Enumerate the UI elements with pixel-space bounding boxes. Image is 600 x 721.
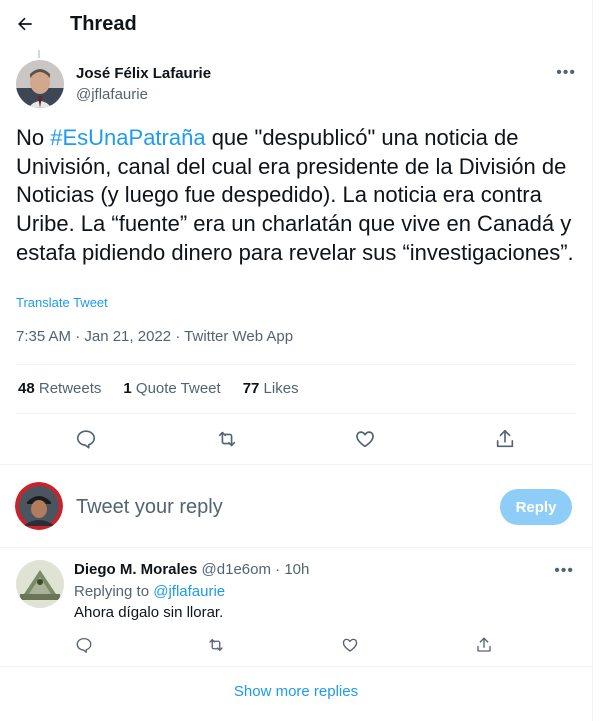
tweet-actions <box>16 414 576 464</box>
share-icon[interactable] <box>494 428 516 450</box>
reply-author-name[interactable]: Diego M. Morales <box>74 561 197 578</box>
reply-composer: Tweet your reply Reply <box>0 465 592 547</box>
tweet-stats: 48 Retweets 1 Quote Tweet 77 Likes <box>18 380 299 397</box>
reply-tweet[interactable]: Diego M. Morales @d1e6om · 10h ••• Reply… <box>0 548 592 666</box>
thread-header: Thread <box>0 0 592 48</box>
tweet-author: José Félix Lafaurie @jflafaurie ••• <box>16 60 576 112</box>
hashtag-link[interactable]: #EsUnaPatraña <box>50 125 205 150</box>
retweet-icon[interactable] <box>207 636 225 654</box>
like-icon[interactable] <box>354 428 376 450</box>
more-options-icon[interactable]: ••• <box>556 64 576 82</box>
tweet-text-part: No <box>16 125 51 150</box>
reply-text: Ahora dígalo sin llorar. <box>74 604 224 621</box>
replying-to: Replying to @jflafaurie <box>74 583 226 600</box>
thread-column: Thread José Félix Lafaurie @jflafaurie •… <box>0 0 593 721</box>
tweet-text: No #EsUnaPatraña que "despublicó" una no… <box>16 124 576 268</box>
page-title: Thread <box>70 12 137 35</box>
reply-author-handle[interactable]: @d1e6om <box>202 561 271 578</box>
arrow-left-icon <box>18 17 32 31</box>
author-name[interactable]: José Félix Lafaurie <box>76 65 211 82</box>
likes-stat[interactable]: 77 Likes <box>243 380 299 397</box>
divider <box>16 364 576 365</box>
author-handle[interactable]: @jflafaurie <box>76 86 148 103</box>
reply-author-avatar[interactable] <box>16 560 64 608</box>
divider <box>0 666 592 667</box>
reply-input[interactable]: Tweet your reply <box>76 496 223 519</box>
replying-to-handle[interactable]: @jflafaurie <box>153 583 225 600</box>
reply-time[interactable]: 10h <box>284 561 309 578</box>
tweet-timestamp[interactable]: 7:35 AM · Jan 21, 2022 · Twitter Web App <box>16 328 293 345</box>
reply-icon[interactable] <box>75 428 97 450</box>
quote-tweets-stat[interactable]: 1 Quote Tweet <box>123 380 220 397</box>
like-icon[interactable] <box>341 636 359 654</box>
reply-button[interactable]: Reply <box>500 489 572 525</box>
separator-dot: · <box>275 561 281 578</box>
reply-icon[interactable] <box>75 636 93 654</box>
more-options-icon[interactable]: ••• <box>554 562 574 580</box>
user-avatar[interactable] <box>15 482 63 530</box>
back-button[interactable] <box>14 13 36 35</box>
share-icon[interactable] <box>475 636 493 654</box>
author-avatar[interactable] <box>16 60 64 108</box>
show-more-replies-link[interactable]: Show more replies <box>0 683 592 700</box>
translate-tweet-link[interactable]: Translate Tweet <box>16 295 108 310</box>
retweets-stat[interactable]: 48 Retweets <box>18 380 101 397</box>
retweet-icon[interactable] <box>216 428 238 450</box>
thread-connector-line <box>38 50 40 58</box>
reply-header: Diego M. Morales @d1e6om · 10h <box>74 561 309 578</box>
